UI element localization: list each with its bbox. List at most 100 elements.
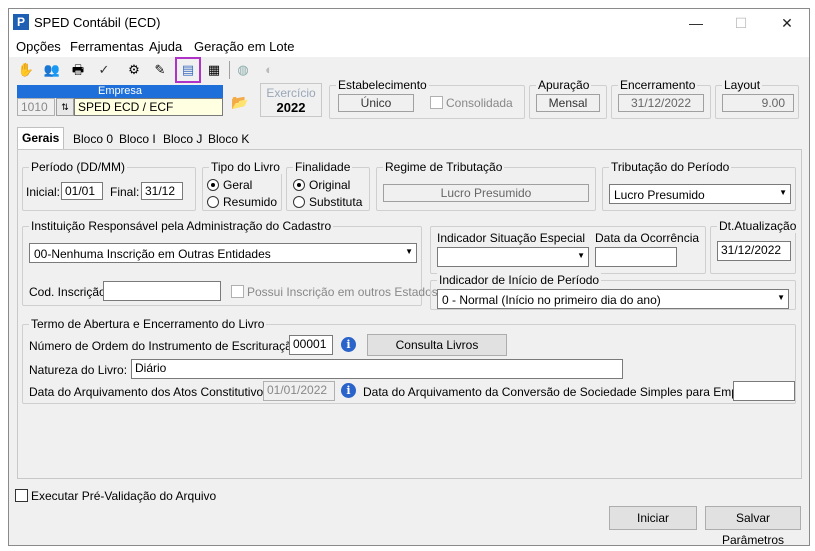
tributacao-value: Lucro Presumido <box>614 188 705 202</box>
toolbar-separator <box>229 61 230 79</box>
minimize-button[interactable]: — <box>674 9 718 37</box>
tributacao-select[interactable]: Lucro Presumido ▼ <box>609 184 791 204</box>
tipo-geral-radio[interactable] <box>207 179 219 191</box>
encerramento-value: 31/12/2022 <box>618 94 704 112</box>
close-button[interactable]: ✕ <box>765 9 809 37</box>
open-folder-icon[interactable]: 📂 <box>229 91 251 113</box>
empresa-spin-icon[interactable]: ⇅ <box>56 98 74 116</box>
inicial-field[interactable]: 01/01 <box>61 182 103 200</box>
tab-bloco-k[interactable]: Bloco K <box>204 129 253 149</box>
layout-value: 9.00 <box>722 94 794 112</box>
menu-bar: Opções Ferramentas Ajuda Geração em Lote <box>9 37 809 57</box>
situacao-label: Indicador Situação Especial <box>437 231 586 245</box>
situacao-group: Indicador Situação Especial ▼ Data da Oc… <box>430 226 706 274</box>
instituicao-group: Instituição Responsável pela Administraç… <box>22 219 438 306</box>
finalidade-label: Finalidade <box>293 160 353 174</box>
arquivamento-field[interactable]: 01/01/2022 <box>263 381 335 401</box>
termo-label: Termo de Abertura e Encerramento do Livr… <box>29 317 267 331</box>
chevron-down-icon: ▼ <box>405 247 413 256</box>
printer-icon[interactable]: 🖶 <box>67 59 89 81</box>
shield-icon[interactable]: ◐ <box>258 59 280 81</box>
book-icon[interactable]: ▤ <box>175 57 201 83</box>
dt-atualizacao-label: Dt.Atualização <box>717 219 799 233</box>
app-icon: P <box>13 14 29 30</box>
ocorrencia-field[interactable] <box>595 247 677 267</box>
inicio-periodo-label: Indicador de Início de Período <box>437 273 602 287</box>
situacao-select[interactable]: ▼ <box>437 247 589 267</box>
instituicao-select[interactable]: 00-Nenhuma Inscrição em Outras Entidades… <box>29 243 417 263</box>
exercicio-box: Exercício 2022 <box>260 83 322 117</box>
salvar-parametros-button[interactable]: Salvar Parâmetros <box>705 506 801 547</box>
iniciar-button[interactable]: Iniciar <box>609 506 697 530</box>
cod-inscricao-label: Cod. Inscrição <box>29 285 106 299</box>
checkmark-icon[interactable]: ✓ <box>93 59 115 81</box>
finalidade-group: Finalidade Original Substituta <box>286 160 370 211</box>
finalidade-substituta-radio[interactable] <box>293 196 305 208</box>
empresa-name-field[interactable]: SPED ECD / ECF <box>74 98 223 116</box>
tab-bloco-0[interactable]: Bloco 0 <box>69 129 117 149</box>
final-label: Final: <box>110 185 140 199</box>
possui-inscricao-checkbox[interactable] <box>231 285 244 298</box>
estabelecimento-label: Estabelecimento <box>336 78 429 92</box>
menu-ajuda[interactable]: Ajuda <box>149 39 182 54</box>
menu-geracao-lote[interactable]: Geração em Lote <box>194 39 294 54</box>
conversao-field[interactable] <box>733 381 795 401</box>
prevalidacao-checkbox[interactable] <box>15 489 28 502</box>
estabelecimento-value: Único <box>338 94 414 112</box>
dt-atualizacao-field[interactable]: 31/12/2022 <box>717 241 791 261</box>
empresa-header: Empresa <box>17 85 223 98</box>
people-icon[interactable]: 👥 <box>41 59 63 81</box>
document-icon[interactable]: ▦ <box>203 59 225 81</box>
prevalidacao-label: Executar Pré-Validação do Arquivo <box>31 489 217 503</box>
possui-inscricao-label: Possui Inscrição em outros Estados <box>247 285 438 299</box>
apuracao-value: Mensal <box>536 94 600 112</box>
termo-group: Termo de Abertura e Encerramento do Livr… <box>22 317 796 404</box>
inicio-periodo-select[interactable]: 0 - Normal (Início no primeiro dia do an… <box>437 289 789 309</box>
apuracao-label: Apuração <box>536 78 592 92</box>
title-bar: P SPED Contábil (ECD) — ☐ ✕ <box>9 9 809 37</box>
empresa-code-field[interactable]: 1010 <box>17 98 55 116</box>
exercicio-value: 2022 <box>276 100 306 115</box>
encerramento-group: Encerramento 31/12/2022 <box>611 78 711 119</box>
final-field[interactable]: 31/12 <box>141 182 183 200</box>
periodo-label: Período (DD/MM) <box>29 160 128 174</box>
apuracao-group: Apuração Mensal <box>529 78 607 119</box>
gerais-panel: Período (DD/MM) Inicial: 01/01 Final: 31… <box>17 149 802 479</box>
regime-value: Lucro Presumido <box>383 184 589 202</box>
natureza-label: Natureza do Livro: <box>29 363 128 377</box>
tab-gerais[interactable]: Gerais <box>17 127 65 149</box>
maximize-button[interactable]: ☐ <box>719 9 763 37</box>
tipo-resumido-label: Resumido <box>223 195 278 209</box>
finalidade-original-radio[interactable] <box>293 179 305 191</box>
tributacao-label: Tributação do Período <box>609 160 732 174</box>
consolidada-checkbox[interactable] <box>430 96 443 109</box>
hand-icon[interactable]: ✋ <box>15 59 37 81</box>
chevron-down-icon: ▼ <box>777 293 785 302</box>
tab-bloco-i[interactable]: Bloco I <box>115 129 160 149</box>
instituicao-label: Instituição Responsável pela Administraç… <box>29 219 334 233</box>
consulta-livros-button[interactable]: Consulta Livros Anteriores <box>367 334 507 372</box>
conversao-label: Data do Arquivamento da Conversão de Soc… <box>363 385 778 399</box>
finalidade-original-label: Original <box>309 178 351 192</box>
window-title: SPED Contábil (ECD) <box>34 15 161 30</box>
inicio-periodo-value: 0 - Normal (Início no primeiro dia do an… <box>442 293 661 307</box>
chevron-down-icon: ▼ <box>577 251 585 260</box>
dt-atualizacao-group: Dt.Atualização 31/12/2022 <box>710 219 799 274</box>
natureza-field[interactable]: Diário <box>131 359 623 379</box>
cod-inscricao-field[interactable] <box>103 281 221 301</box>
tab-bloco-j[interactable]: Bloco J <box>159 129 206 149</box>
tools-icon[interactable]: ⚙ <box>123 59 145 81</box>
info-icon[interactable]: i <box>341 383 356 398</box>
ordem-field[interactable]: 00001 <box>289 335 333 355</box>
ordem-label: Número de Ordem do Instrumento de Escrit… <box>29 339 302 353</box>
wand-icon[interactable]: ✎ <box>149 59 171 81</box>
tipo-resumido-radio[interactable] <box>207 196 219 208</box>
info-icon[interactable]: i <box>341 337 356 352</box>
encerramento-label: Encerramento <box>618 78 698 92</box>
menu-ferramentas[interactable]: Ferramentas <box>70 39 144 54</box>
layout-group: Layout 9.00 <box>715 78 799 119</box>
instituicao-value: 00-Nenhuma Inscrição em Outras Entidades <box>34 247 271 261</box>
menu-opcoes[interactable]: Opções <box>16 39 61 54</box>
inicio-periodo-group: Indicador de Início de Período 0 - Norma… <box>430 273 796 310</box>
globe-icon[interactable]: ◍ <box>232 59 254 81</box>
